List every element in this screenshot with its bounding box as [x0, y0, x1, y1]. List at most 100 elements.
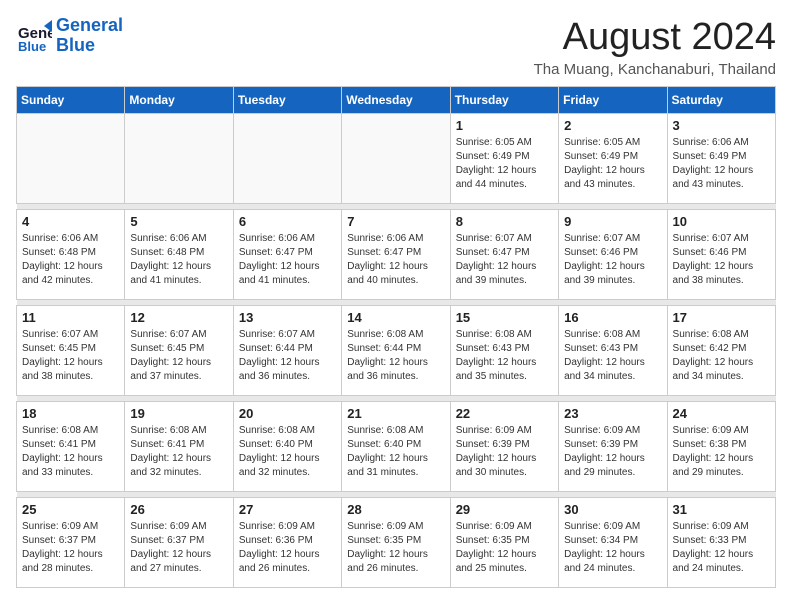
day-info: Sunrise: 6:07 AM Sunset: 6:46 PM Dayligh… — [673, 232, 770, 288]
header-day: Sunday — [17, 87, 125, 114]
day-info: Sunrise: 6:06 AM Sunset: 6:49 PM Dayligh… — [673, 136, 770, 192]
day-info: Sunrise: 6:06 AM Sunset: 6:47 PM Dayligh… — [239, 232, 336, 288]
day-info: Sunrise: 6:09 AM Sunset: 6:38 PM Dayligh… — [673, 424, 770, 480]
day-info: Sunrise: 6:08 AM Sunset: 6:43 PM Dayligh… — [456, 328, 553, 384]
day-number: 6 — [239, 214, 336, 229]
calendar-day: 24 Sunrise: 6:09 AM Sunset: 6:38 PM Dayli… — [667, 402, 775, 492]
day-info: Sunrise: 6:06 AM Sunset: 6:48 PM Dayligh… — [22, 232, 119, 288]
calendar-day: 23 Sunrise: 6:09 AM Sunset: 6:39 PM Dayli… — [559, 402, 667, 492]
day-info: Sunrise: 6:06 AM Sunset: 6:48 PM Dayligh… — [130, 232, 227, 288]
day-number: 27 — [239, 502, 336, 517]
logo-icon: General Blue — [16, 18, 52, 54]
header-day: Saturday — [667, 87, 775, 114]
calendar-day: 15 Sunrise: 6:08 AM Sunset: 6:43 PM Dayli… — [450, 306, 558, 396]
day-number: 22 — [456, 406, 553, 421]
header-day: Monday — [125, 87, 233, 114]
day-number: 5 — [130, 214, 227, 229]
calendar-body: 1 Sunrise: 6:05 AM Sunset: 6:49 PM Daylig… — [17, 114, 776, 588]
day-info: Sunrise: 6:08 AM Sunset: 6:40 PM Dayligh… — [239, 424, 336, 480]
calendar-day — [233, 114, 341, 204]
day-info: Sunrise: 6:07 AM Sunset: 6:46 PM Dayligh… — [564, 232, 661, 288]
calendar-day: 12Sunrise: 6:07 AM Sunset: 6:45 PM Dayli… — [125, 306, 233, 396]
day-info: Sunrise: 6:07 AM Sunset: 6:45 PM Dayligh… — [22, 328, 119, 384]
calendar-week: 18Sunrise: 6:08 AM Sunset: 6:41 PM Dayli… — [17, 402, 776, 492]
day-number: 23 — [564, 406, 661, 421]
calendar-day: 11 Sunrise: 6:07 AM Sunset: 6:45 PM Dayli… — [17, 306, 125, 396]
calendar-day — [125, 114, 233, 204]
calendar-day: 4 Sunrise: 6:06 AM Sunset: 6:48 PM Daylig… — [17, 210, 125, 300]
calendar-week: 25 Sunrise: 6:09 AM Sunset: 6:37 PM Dayli… — [17, 498, 776, 588]
day-number: 25 — [22, 502, 119, 517]
day-info: Sunrise: 6:09 AM Sunset: 6:33 PM Dayligh… — [673, 520, 770, 576]
calendar-day: 25Sunrise: 6:09 AM Sunset: 6:37 PM Dayli… — [17, 498, 125, 588]
day-number: 7 — [347, 214, 444, 229]
calendar-day: 29Sunrise: 6:09 AM Sunset: 6:35 PM Dayli… — [450, 498, 558, 588]
calendar-day: 6 Sunrise: 6:06 AM Sunset: 6:47 PM Daylig… — [233, 210, 341, 300]
day-info: Sunrise: 6:09 AM Sunset: 6:37 PM Dayligh… — [130, 520, 227, 576]
day-number: 19 — [130, 406, 227, 421]
page-header: General Blue General Blue August 2024 Th… — [16, 16, 776, 78]
logo-general: General — [56, 15, 123, 35]
day-info: Sunrise: 6:06 AM Sunset: 6:47 PM Dayligh… — [347, 232, 444, 288]
logo-text: General Blue — [56, 16, 123, 56]
calendar-day: 19Sunrise: 6:08 AM Sunset: 6:41 PM Dayli… — [125, 402, 233, 492]
calendar-day: 13Sunrise: 6:07 AM Sunset: 6:44 PM Dayli… — [233, 306, 341, 396]
day-number: 31 — [673, 502, 770, 517]
day-info: Sunrise: 6:07 AM Sunset: 6:47 PM Dayligh… — [456, 232, 553, 288]
calendar-day: 3Sunrise: 6:06 AM Sunset: 6:49 PM Daylig… — [667, 114, 775, 204]
day-info: Sunrise: 6:09 AM Sunset: 6:35 PM Dayligh… — [456, 520, 553, 576]
day-info: Sunrise: 6:07 AM Sunset: 6:45 PM Dayligh… — [130, 328, 227, 384]
calendar-day — [17, 114, 125, 204]
day-number: 21 — [347, 406, 444, 421]
location-title: Tha Muang, Kanchanaburi, Thailand — [534, 61, 776, 78]
day-info: Sunrise: 6:09 AM Sunset: 6:34 PM Dayligh… — [564, 520, 661, 576]
day-number: 24 — [673, 406, 770, 421]
header-day: Thursday — [450, 87, 558, 114]
day-number: 1 — [456, 118, 553, 133]
day-number: 26 — [130, 502, 227, 517]
calendar-day: 10 Sunrise: 6:07 AM Sunset: 6:46 PM Dayli… — [667, 210, 775, 300]
calendar-day: 22 Sunrise: 6:09 AM Sunset: 6:39 PM Dayli… — [450, 402, 558, 492]
calendar-day: 30Sunrise: 6:09 AM Sunset: 6:34 PM Dayli… — [559, 498, 667, 588]
calendar-week: 11 Sunrise: 6:07 AM Sunset: 6:45 PM Dayli… — [17, 306, 776, 396]
day-number: 8 — [456, 214, 553, 229]
day-info: Sunrise: 6:09 AM Sunset: 6:39 PM Dayligh… — [564, 424, 661, 480]
calendar-day: 9Sunrise: 6:07 AM Sunset: 6:46 PM Daylig… — [559, 210, 667, 300]
day-info: Sunrise: 6:09 AM Sunset: 6:39 PM Dayligh… — [456, 424, 553, 480]
header-day: Wednesday — [342, 87, 450, 114]
calendar-day: 27Sunrise: 6:09 AM Sunset: 6:36 PM Dayli… — [233, 498, 341, 588]
day-number: 4 — [22, 214, 119, 229]
day-info: Sunrise: 6:05 AM Sunset: 6:49 PM Dayligh… — [564, 136, 661, 192]
calendar-day: 31 Sunrise: 6:09 AM Sunset: 6:33 PM Dayli… — [667, 498, 775, 588]
day-number: 11 — [22, 310, 119, 325]
calendar-week: 4 Sunrise: 6:06 AM Sunset: 6:48 PM Daylig… — [17, 210, 776, 300]
title-block: August 2024 Tha Muang, Kanchanaburi, Tha… — [534, 16, 776, 78]
day-number: 13 — [239, 310, 336, 325]
day-number: 15 — [456, 310, 553, 325]
header-day: Friday — [559, 87, 667, 114]
day-info: Sunrise: 6:08 AM Sunset: 6:43 PM Dayligh… — [564, 328, 661, 384]
calendar-day — [342, 114, 450, 204]
day-number: 18 — [22, 406, 119, 421]
day-number: 17 — [673, 310, 770, 325]
day-number: 14 — [347, 310, 444, 325]
calendar-day: 26 Sunrise: 6:09 AM Sunset: 6:37 PM Dayli… — [125, 498, 233, 588]
day-number: 2 — [564, 118, 661, 133]
logo: General Blue General Blue — [16, 16, 123, 56]
svg-text:Blue: Blue — [18, 39, 46, 54]
day-number: 28 — [347, 502, 444, 517]
calendar-day: 28 Sunrise: 6:09 AM Sunset: 6:35 PM Dayli… — [342, 498, 450, 588]
day-info: Sunrise: 6:09 AM Sunset: 6:35 PM Dayligh… — [347, 520, 444, 576]
calendar-day: 18Sunrise: 6:08 AM Sunset: 6:41 PM Dayli… — [17, 402, 125, 492]
calendar-day: 17 Sunrise: 6:08 AM Sunset: 6:42 PM Dayli… — [667, 306, 775, 396]
header-day: Tuesday — [233, 87, 341, 114]
month-title: August 2024 — [534, 16, 776, 59]
day-info: Sunrise: 6:08 AM Sunset: 6:40 PM Dayligh… — [347, 424, 444, 480]
day-info: Sunrise: 6:08 AM Sunset: 6:42 PM Dayligh… — [673, 328, 770, 384]
calendar-table: SundayMondayTuesdayWednesdayThursdayFrid… — [16, 86, 776, 588]
logo-blue: Blue — [56, 35, 95, 55]
calendar-day: 14Sunrise: 6:08 AM Sunset: 6:44 PM Dayli… — [342, 306, 450, 396]
day-number: 10 — [673, 214, 770, 229]
day-number: 20 — [239, 406, 336, 421]
calendar-day: 20 Sunrise: 6:08 AM Sunset: 6:40 PM Dayli… — [233, 402, 341, 492]
